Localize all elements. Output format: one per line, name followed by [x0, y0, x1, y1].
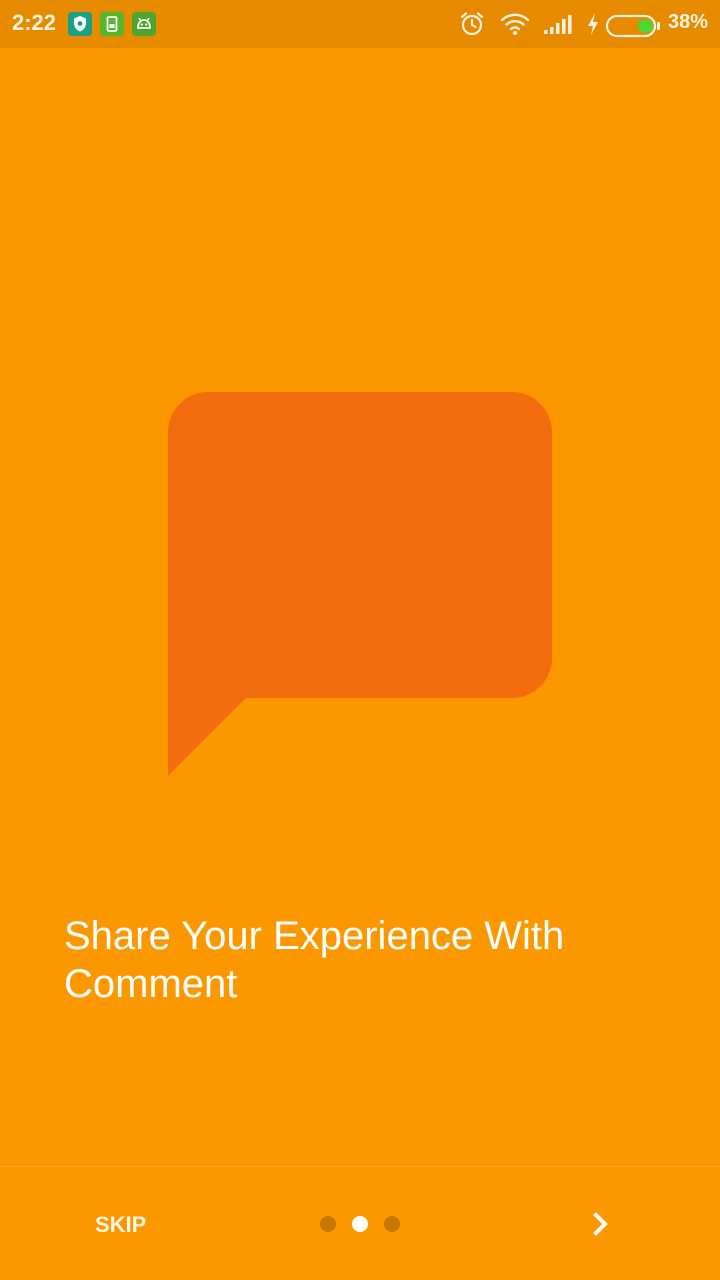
- speech-bubble-icon: [168, 392, 552, 776]
- footer-divider: [0, 1166, 720, 1167]
- android-app-icon: [132, 12, 156, 36]
- signal-icon: [544, 15, 572, 34]
- wifi-icon: [500, 13, 530, 35]
- sim-app-icon: [100, 12, 124, 36]
- status-bar: 2:22 38%: [0, 0, 720, 48]
- shield-app-icon: [68, 12, 92, 36]
- charging-icon: [588, 13, 598, 35]
- onboarding-title: Share Your Experience With Comment: [64, 914, 565, 1006]
- next-button[interactable]: [584, 1204, 624, 1244]
- page-dot-3[interactable]: [384, 1216, 400, 1232]
- status-time: 2:22: [12, 10, 57, 35]
- chevron-right-icon: [593, 1212, 608, 1236]
- skip-button[interactable]: SKIP: [95, 1212, 146, 1238]
- battery-icon: [605, 14, 660, 38]
- battery-percentage: 38%: [667, 11, 708, 33]
- page-dot-1[interactable]: [320, 1216, 336, 1232]
- page-dot-2[interactable]: [352, 1216, 368, 1232]
- alarm-icon: [460, 12, 484, 36]
